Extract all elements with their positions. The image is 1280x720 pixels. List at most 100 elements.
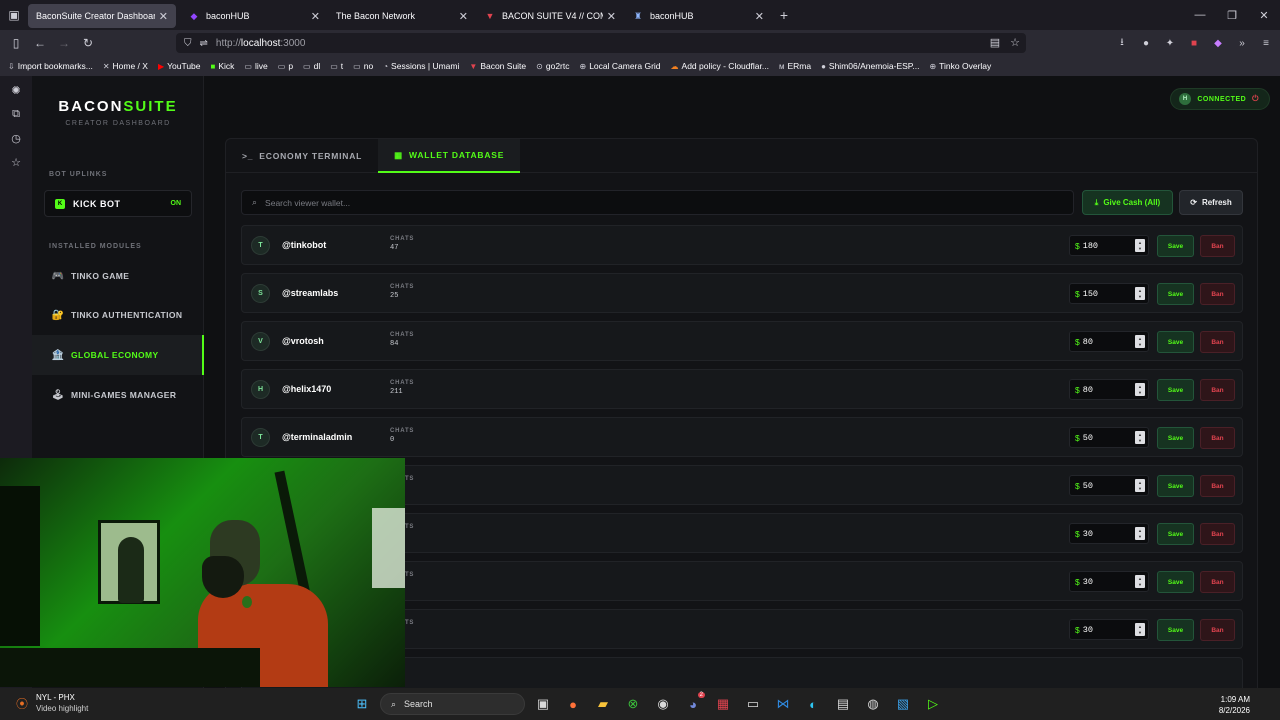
bookmark-item[interactable]: ⇩ Import bookmarks... <box>8 61 93 71</box>
spinner-icon[interactable]: ▲ ▼ <box>1135 239 1145 252</box>
page-info-icon[interactable]: ⇌ <box>200 38 208 49</box>
sidebar-item-mini-games-manager[interactable]: 🕹 MINI-GAMES MANAGER <box>32 375 204 415</box>
bookmark-item[interactable]: ⊕ Tinko Overlay <box>929 61 991 71</box>
bookmark-item[interactable]: ▶ YouTube <box>158 61 201 71</box>
discord-icon[interactable]: ◕ 2 <box>681 692 705 716</box>
bookmarks-icon[interactable]: ☆ <box>0 150 32 174</box>
kick-bot-toggle[interactable]: K KICK BOT ON <box>44 190 192 217</box>
bookmark-folder[interactable]: ▭ dl <box>303 61 320 71</box>
save-button[interactable]: Save <box>1157 379 1194 401</box>
browser-tab[interactable]: BaconSuite Creator Dashboard ✕ <box>28 4 176 28</box>
sidebar-item-tinko-game[interactable]: 🎮 TINKO GAME <box>32 256 204 296</box>
close-icon[interactable]: ✕ <box>755 10 764 23</box>
save-button[interactable]: Save <box>1157 427 1194 449</box>
app-icon[interactable]: ▦ <box>711 692 735 716</box>
search-input[interactable] <box>265 197 1046 208</box>
brand-logo[interactable]: BACONSUITE CREATOR DASHBOARD <box>32 98 204 127</box>
synced-tabs-icon[interactable]: ⧉ <box>0 102 32 126</box>
ban-button[interactable]: Ban <box>1200 235 1235 257</box>
bookmark-folder[interactable]: ▭ live <box>244 61 267 71</box>
browser-tab[interactable]: ◆ baconHUB ✕ <box>180 4 328 28</box>
bookmark-item[interactable]: ◔ Sessions | Umami <box>383 61 459 71</box>
balance-input[interactable]: $80 ▲ ▼ <box>1069 331 1149 352</box>
download-icon[interactable]: ⭳ <box>1114 35 1130 51</box>
balance-input[interactable]: $50 ▲ ▼ <box>1069 427 1149 448</box>
reader-view-icon[interactable]: ▤ <box>990 36 1000 49</box>
app-icon[interactable]: ▤ <box>831 692 855 716</box>
close-icon[interactable]: ✕ <box>607 10 616 23</box>
spinner-icon[interactable]: ▲ ▼ <box>1135 383 1145 396</box>
balance-input[interactable]: $150 ▲ ▼ <box>1069 283 1149 304</box>
kick-icon[interactable]: ▷ <box>921 692 945 716</box>
ai-chat-icon[interactable]: ✺ <box>0 78 32 102</box>
close-icon[interactable]: ✕ <box>311 10 320 23</box>
save-button[interactable]: Save <box>1157 331 1194 353</box>
vscode-icon[interactable]: ⋈ <box>771 692 795 716</box>
extension-icon[interactable]: ■ <box>1186 35 1202 51</box>
spinner-icon[interactable]: ▲ ▼ <box>1135 431 1145 444</box>
ban-button[interactable]: Ban <box>1200 427 1235 449</box>
windows-start-icon[interactable]: ⊞ <box>350 692 374 716</box>
balance-input[interactable]: $30 ▲ ▼ <box>1069 619 1149 640</box>
bookmark-item[interactable]: ⊕ Local Camera Grid <box>579 61 660 71</box>
spinner-icon[interactable]: ▲ ▼ <box>1135 479 1145 492</box>
refresh-button[interactable]: ⟳ Refresh <box>1179 190 1243 215</box>
close-window-icon[interactable]: ✕ <box>1248 0 1280 30</box>
ban-button[interactable]: Ban <box>1200 379 1235 401</box>
bookmark-item[interactable]: ▼ Bacon Suite <box>469 61 526 71</box>
ban-button[interactable]: Ban <box>1200 475 1235 497</box>
bookmark-folder[interactable]: ▭ no <box>353 61 373 71</box>
minimize-icon[interactable]: — <box>1184 0 1216 30</box>
obs-icon[interactable]: ◍ <box>861 692 885 716</box>
firefox-icon[interactable]: ● <box>561 692 585 716</box>
overflow-icon[interactable]: » <box>1234 35 1250 51</box>
forward-icon[interactable]: → <box>52 30 76 56</box>
spinner-icon[interactable]: ▲ ▼ <box>1135 575 1145 588</box>
balance-input[interactable]: $50 ▲ ▼ <box>1069 475 1149 496</box>
url-bar[interactable]: ⛉ ⇌ http://localhost:3000 ▤ ☆ <box>176 33 1026 53</box>
bookmark-item[interactable]: ᴍ ERma <box>779 61 811 71</box>
reload-icon[interactable]: ↻ <box>76 30 100 56</box>
ban-button[interactable]: Ban <box>1200 619 1235 641</box>
browser-tab[interactable]: The Bacon Network ✕ <box>328 4 476 28</box>
terminal-icon[interactable]: ▭ <box>741 692 765 716</box>
shield-icon[interactable]: ⛉ <box>184 38 192 49</box>
bookmark-item[interactable]: ⊙ go2rtc <box>536 61 569 71</box>
give-cash-button[interactable]: ⤓ Give Cash (All) <box>1082 190 1173 215</box>
save-button[interactable]: Save <box>1157 235 1194 257</box>
close-icon[interactable]: ✕ <box>459 10 468 23</box>
widgets-button[interactable]: ⦿ NYL - PHX Video highlight <box>16 693 88 713</box>
task-view-icon[interactable]: ▣ <box>531 692 555 716</box>
back-icon[interactable]: ← <box>28 30 52 56</box>
menu-icon[interactable]: ≡ <box>1258 35 1274 51</box>
bookmark-item[interactable]: ☁ Add policy - Cloudflar... <box>671 61 769 71</box>
power-icon[interactable]: ⏻ <box>1252 94 1259 104</box>
ban-button[interactable]: Ban <box>1200 331 1235 353</box>
sidebar-toggle-icon[interactable]: ▯ <box>4 30 28 56</box>
bookmark-star-icon[interactable]: ☆ <box>1010 36 1020 49</box>
sidebar-item-tinko-authentication[interactable]: 🔐 TINKO AUTHENTICATION <box>32 295 204 335</box>
balance-input[interactable]: $30 ▲ ▼ <box>1069 571 1149 592</box>
save-button[interactable]: Save <box>1157 475 1194 497</box>
tab-list-icon[interactable]: ▣ <box>0 0 28 30</box>
tab-wallet-database[interactable]: ▦ WALLET DATABASE <box>378 139 521 173</box>
save-button[interactable]: Save <box>1157 571 1194 593</box>
bookmark-item[interactable]: ● Shim06/Anemoia-ESP... <box>821 61 919 71</box>
taskbar-search[interactable]: ⌕ Search <box>380 693 525 715</box>
browser-tab[interactable]: ▼ BACON SUITE V4 // COMMAND ✕ <box>476 4 624 28</box>
spinner-icon[interactable]: ▲ ▼ <box>1135 335 1145 348</box>
save-button[interactable]: Save <box>1157 283 1194 305</box>
save-button[interactable]: Save <box>1157 619 1194 641</box>
ban-button[interactable]: Ban <box>1200 571 1235 593</box>
spinner-icon[interactable]: ▲ ▼ <box>1135 527 1145 540</box>
ban-button[interactable]: Ban <box>1200 523 1235 545</box>
spinner-icon[interactable]: ▲ ▼ <box>1135 287 1145 300</box>
bookmark-item[interactable]: ✕ Home / X <box>103 61 148 71</box>
close-icon[interactable]: ✕ <box>159 10 168 23</box>
spinner-icon[interactable]: ▲ ▼ <box>1135 623 1145 636</box>
taskbar-clock[interactable]: 1:09 AM 8/2/2026 <box>1219 694 1250 716</box>
bookmark-folder[interactable]: ▭ p <box>278 61 293 71</box>
xbox-icon[interactable]: ⊗ <box>621 692 645 716</box>
history-icon[interactable]: ◷ <box>0 126 32 150</box>
photos-icon[interactable]: ▧ <box>891 692 915 716</box>
